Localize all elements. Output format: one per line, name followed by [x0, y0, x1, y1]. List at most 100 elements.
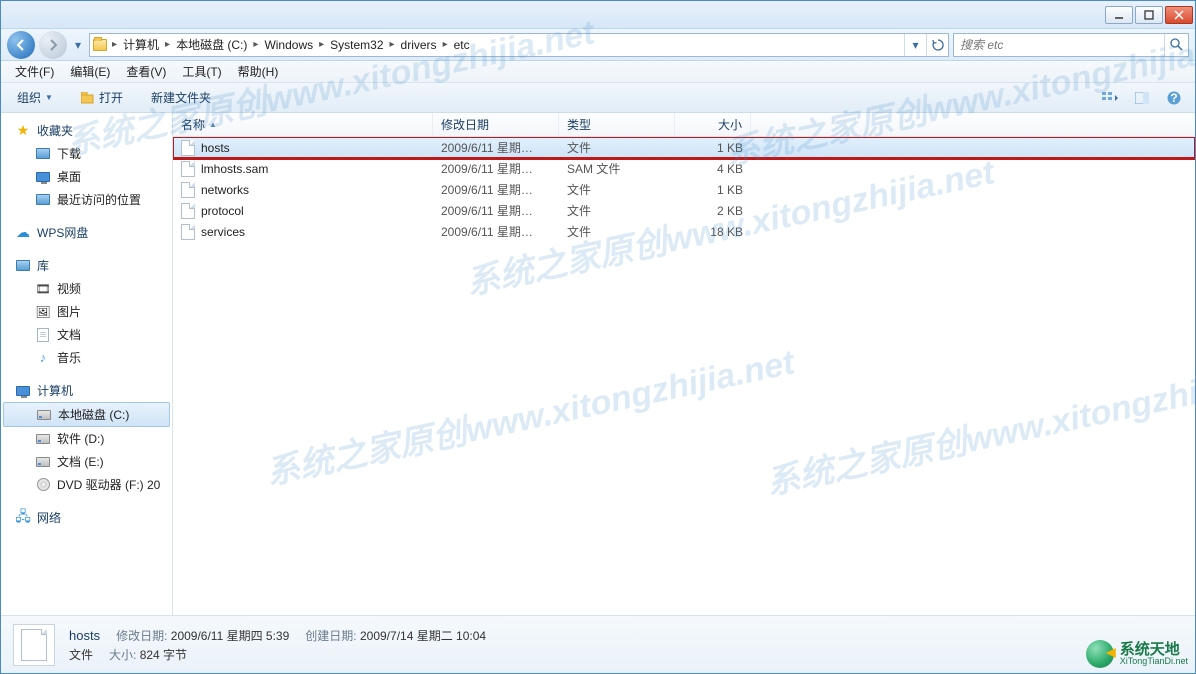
- cell-date: 2009/6/11 星期…: [433, 181, 559, 198]
- chevron-right-icon[interactable]: ▸: [110, 39, 119, 50]
- table-row[interactable]: services2009/6/11 星期…文件18 KB: [173, 221, 1195, 242]
- cell-type: 文件: [559, 223, 675, 240]
- refresh-button[interactable]: [926, 34, 948, 56]
- back-button[interactable]: [7, 31, 35, 59]
- close-button[interactable]: [1165, 6, 1193, 24]
- chevron-right-icon[interactable]: ▸: [388, 39, 397, 50]
- star-icon: ★: [15, 123, 31, 139]
- crumb-computer[interactable]: 计算机: [119, 34, 163, 56]
- details-type: 文件: [69, 646, 93, 663]
- maximize-button[interactable]: [1135, 6, 1163, 24]
- breadcrumb: ▸ 计算机▸ 本地磁盘 (C:)▸ Windows▸ System32▸ dri…: [110, 34, 904, 56]
- table-row[interactable]: hosts2009/6/11 星期…文件1 KB: [173, 137, 1195, 158]
- search-input[interactable]: [954, 38, 1164, 52]
- crumb-windows[interactable]: Windows: [260, 34, 317, 56]
- address-bar[interactable]: ▸ 计算机▸ 本地磁盘 (C:)▸ Windows▸ System32▸ dri…: [89, 33, 949, 57]
- sidebar-item-videos[interactable]: 🎞视频: [1, 277, 172, 300]
- file-icon: [21, 629, 47, 661]
- preview-pane-button[interactable]: [1129, 87, 1155, 109]
- cell-size: 4 KB: [675, 162, 751, 176]
- cell-date: 2009/6/11 星期…: [433, 223, 559, 240]
- details-thumbnail: [13, 624, 55, 666]
- sidebar-item-pictures[interactable]: 🖼图片: [1, 300, 172, 323]
- libraries-icon: [15, 258, 31, 274]
- sidebar-computer-head[interactable]: 计算机: [1, 379, 172, 402]
- chevron-right-icon[interactable]: ▸: [163, 39, 172, 50]
- cloud-icon: ☁: [15, 225, 31, 241]
- minimize-button[interactable]: [1105, 6, 1133, 24]
- sidebar-item-desktop[interactable]: 桌面: [1, 165, 172, 188]
- sidebar-item-e-drive[interactable]: 文档 (E:): [1, 450, 172, 473]
- sidebar-libraries-head[interactable]: 库: [1, 254, 172, 277]
- crumb-c[interactable]: 本地磁盘 (C:): [172, 34, 251, 56]
- details-name: hosts: [69, 628, 100, 643]
- cell-size: 1 KB: [675, 141, 751, 155]
- cell-date: 2009/6/11 星期…: [433, 139, 559, 156]
- sidebar-item-d-drive[interactable]: 软件 (D:): [1, 427, 172, 450]
- col-name[interactable]: 名称▲: [173, 113, 433, 136]
- cell-name: lmhosts.sam: [173, 161, 433, 177]
- file-icon: [181, 224, 195, 240]
- table-row[interactable]: protocol2009/6/11 星期…文件2 KB: [173, 200, 1195, 221]
- chevron-right-icon[interactable]: ▸: [441, 39, 450, 50]
- cell-size: 2 KB: [675, 204, 751, 218]
- network-icon: 🖧: [15, 510, 31, 526]
- chevron-right-icon[interactable]: ▸: [317, 39, 326, 50]
- chevron-right-icon[interactable]: ▸: [251, 39, 260, 50]
- menu-edit[interactable]: 编辑(E): [62, 61, 118, 82]
- body: ★收藏夹 下载 桌面 最近访问的位置 ☁WPS网盘 库 🎞视频 🖼图片 文档 ♪…: [1, 113, 1195, 615]
- col-date[interactable]: 修改日期: [433, 113, 559, 136]
- disk-icon: [36, 407, 52, 423]
- file-rows: hosts2009/6/11 星期…文件1 KBlmhosts.sam2009/…: [173, 137, 1195, 615]
- history-dropdown-icon[interactable]: ▾: [71, 38, 85, 52]
- sidebar-item-dvd[interactable]: DVD 驱动器 (F:) 20: [1, 473, 172, 496]
- disk-icon: [35, 431, 51, 447]
- menu-bar: 文件(F) 编辑(E) 查看(V) 工具(T) 帮助(H): [1, 61, 1195, 83]
- nav-bar: ▾ ▸ 计算机▸ 本地磁盘 (C:)▸ Windows▸ System32▸ d…: [1, 29, 1195, 61]
- documents-icon: [35, 327, 51, 343]
- organize-button[interactable]: 组织▼: [9, 86, 61, 109]
- cell-size: 1 KB: [675, 183, 751, 197]
- chevron-down-icon: ▼: [45, 93, 53, 102]
- view-options-button[interactable]: [1097, 87, 1123, 109]
- crumb-etc[interactable]: etc: [450, 34, 474, 56]
- sidebar-wps-head[interactable]: ☁WPS网盘: [1, 221, 172, 244]
- sidebar: ★收藏夹 下载 桌面 最近访问的位置 ☁WPS网盘 库 🎞视频 🖼图片 文档 ♪…: [1, 113, 173, 615]
- menu-file[interactable]: 文件(F): [7, 61, 62, 82]
- sidebar-item-documents[interactable]: 文档: [1, 323, 172, 346]
- file-icon: [181, 140, 195, 156]
- menu-help[interactable]: 帮助(H): [230, 61, 287, 82]
- table-row[interactable]: lmhosts.sam2009/6/11 星期…SAM 文件4 KB: [173, 158, 1195, 179]
- sidebar-item-music[interactable]: ♪音乐: [1, 346, 172, 369]
- table-row[interactable]: networks2009/6/11 星期…文件1 KB: [173, 179, 1195, 200]
- help-button[interactable]: ?: [1161, 87, 1187, 109]
- search-icon[interactable]: [1164, 34, 1188, 56]
- download-icon: [35, 146, 51, 162]
- file-icon: [181, 161, 195, 177]
- cell-type: SAM 文件: [559, 160, 675, 177]
- cell-name: networks: [173, 182, 433, 198]
- menu-view[interactable]: 查看(V): [118, 61, 174, 82]
- col-type[interactable]: 类型: [559, 113, 675, 136]
- sidebar-favorites-head[interactable]: ★收藏夹: [1, 119, 172, 142]
- col-size[interactable]: 大小: [675, 113, 751, 136]
- globe-icon: [1086, 640, 1114, 668]
- sidebar-item-recent[interactable]: 最近访问的位置: [1, 188, 172, 211]
- new-folder-button[interactable]: 新建文件夹: [143, 86, 219, 109]
- forward-button[interactable]: [39, 31, 67, 59]
- explorer-window: ▾ ▸ 计算机▸ 本地磁盘 (C:)▸ Windows▸ System32▸ d…: [0, 0, 1196, 674]
- address-dropdown-icon[interactable]: ▾: [904, 34, 926, 56]
- toolbar: 组织▼ 打开 新建文件夹 ?: [1, 83, 1195, 113]
- crumb-system32[interactable]: System32: [326, 34, 387, 56]
- cell-name: services: [173, 224, 433, 240]
- sidebar-item-downloads[interactable]: 下载: [1, 142, 172, 165]
- search-box[interactable]: [953, 33, 1189, 57]
- menu-tools[interactable]: 工具(T): [174, 61, 229, 82]
- pictures-icon: 🖼: [35, 304, 51, 320]
- sidebar-item-c-drive[interactable]: 本地磁盘 (C:): [3, 402, 170, 427]
- open-button[interactable]: 打开: [73, 86, 131, 109]
- cell-size: 18 KB: [675, 225, 751, 239]
- sidebar-network-head[interactable]: 🖧网络: [1, 506, 172, 529]
- crumb-drivers[interactable]: drivers: [397, 34, 441, 56]
- cd-icon: [35, 477, 51, 493]
